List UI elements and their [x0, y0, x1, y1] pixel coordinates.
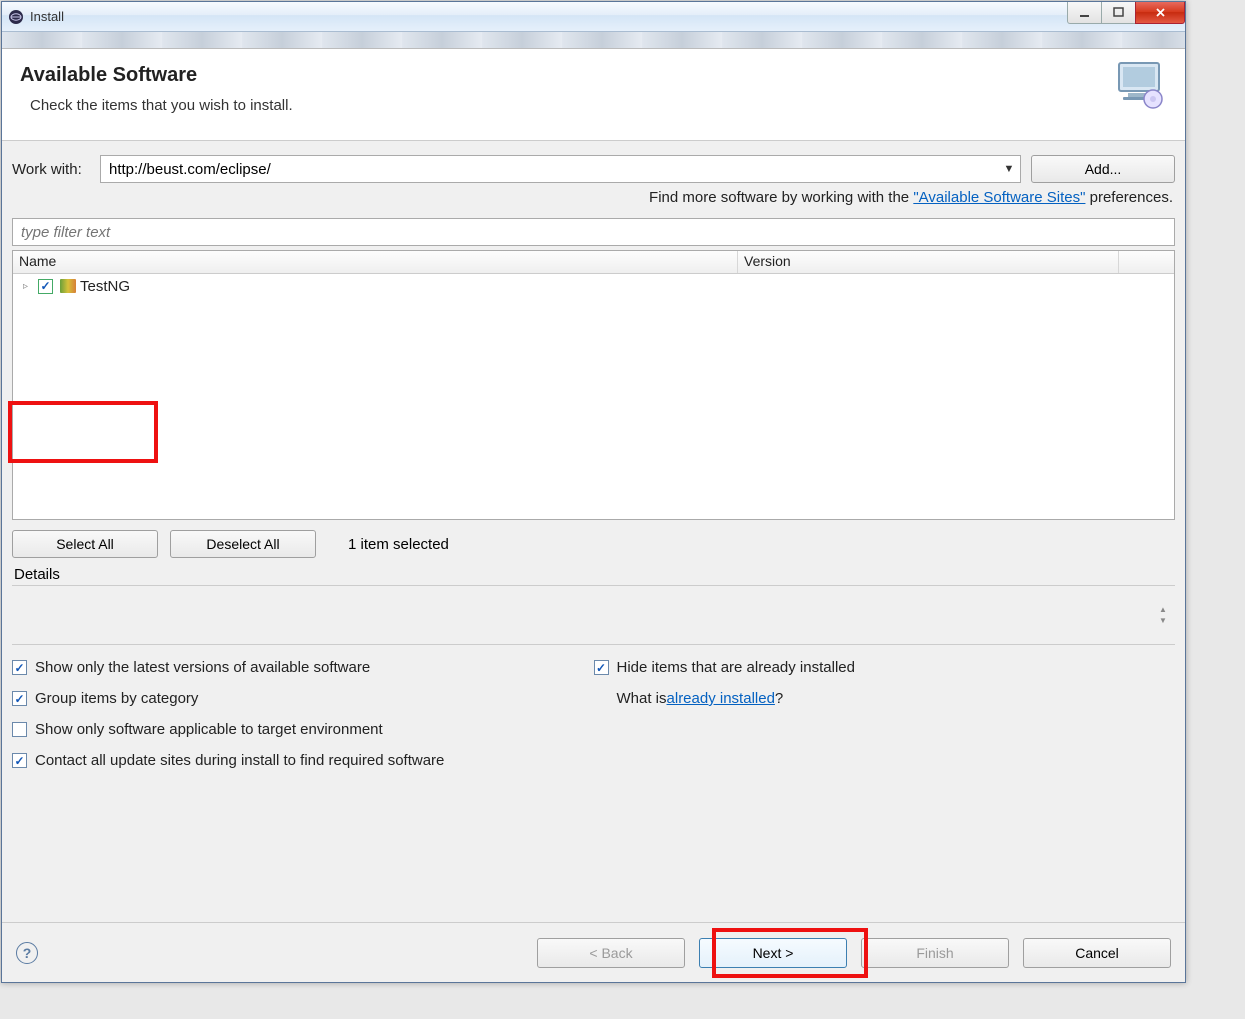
- background-blur: [2, 32, 1185, 49]
- tree-body[interactable]: ▹ ✓ TestNG: [13, 274, 1174, 519]
- add-button[interactable]: Add...: [1031, 155, 1175, 183]
- chevron-down-icon[interactable]: ▼: [998, 163, 1020, 175]
- install-dialog: Install Available Software Check the ite…: [1, 1, 1186, 983]
- show-latest-checkbox[interactable]: ✓: [12, 660, 27, 675]
- group-category-label: Group items by category: [35, 690, 198, 707]
- help-icon[interactable]: ?: [16, 942, 38, 964]
- chevron-up-icon[interactable]: ▲: [1155, 604, 1171, 615]
- already-installed-link[interactable]: already installed: [667, 690, 775, 707]
- close-button[interactable]: [1135, 2, 1185, 24]
- install-icon: [1113, 59, 1167, 109]
- contact-all-checkbox[interactable]: ✓: [12, 753, 27, 768]
- software-tree: Name Version ▹ ✓ TestNG: [12, 250, 1175, 520]
- eclipse-icon: [8, 9, 24, 25]
- what-is-prefix: What is: [617, 690, 667, 707]
- maximize-button[interactable]: [1101, 2, 1136, 24]
- details-spinner[interactable]: ▲ ▼: [1155, 604, 1171, 626]
- work-with-label: Work with:: [12, 161, 100, 178]
- filter-input[interactable]: [12, 218, 1175, 246]
- window-controls: [1068, 2, 1185, 24]
- chevron-down-icon[interactable]: ▼: [1155, 615, 1171, 626]
- hide-installed-checkbox[interactable]: ✓: [594, 660, 609, 675]
- back-button[interactable]: < Back: [537, 938, 685, 968]
- cancel-button[interactable]: Cancel: [1023, 938, 1171, 968]
- column-name[interactable]: Name: [13, 251, 738, 273]
- find-more-text: Find more software by working with the "…: [12, 189, 1173, 206]
- dialog-body: Work with: ▼ Add... Find more software b…: [2, 141, 1185, 982]
- column-version[interactable]: Version: [738, 251, 1119, 273]
- expand-icon[interactable]: ▹: [23, 281, 35, 292]
- tree-header: Name Version: [13, 251, 1174, 274]
- show-latest-label: Show only the latest versions of availab…: [35, 659, 370, 676]
- item-checkbox[interactable]: ✓: [38, 279, 53, 294]
- page-subtitle: Check the items that you wish to install…: [20, 97, 1167, 114]
- titlebar[interactable]: Install: [2, 2, 1185, 32]
- dialog-header: Available Software Check the items that …: [2, 49, 1185, 141]
- selection-count: 1 item selected: [348, 536, 449, 553]
- details-box: ▲ ▼: [12, 585, 1175, 645]
- select-all-button[interactable]: Select All: [12, 530, 158, 558]
- minimize-button[interactable]: [1067, 2, 1102, 24]
- what-is-suffix: ?: [775, 690, 783, 707]
- window-title: Install: [30, 9, 64, 24]
- available-sites-link[interactable]: "Available Software Sites": [913, 189, 1085, 206]
- category-icon: [60, 279, 76, 293]
- deselect-all-button[interactable]: Deselect All: [170, 530, 316, 558]
- contact-all-label: Contact all update sites during install …: [35, 752, 444, 769]
- applicable-target-checkbox[interactable]: ✓: [12, 722, 27, 737]
- finish-button[interactable]: Finish: [861, 938, 1009, 968]
- hide-installed-label: Hide items that are already installed: [617, 659, 855, 676]
- details-label: Details: [14, 566, 1175, 583]
- applicable-target-label: Show only software applicable to target …: [35, 721, 383, 738]
- item-label: TestNG: [80, 278, 130, 295]
- column-extra[interactable]: [1119, 251, 1174, 273]
- tree-item-testng[interactable]: ▹ ✓ TestNG: [13, 274, 1174, 298]
- group-category-checkbox[interactable]: ✓: [12, 691, 27, 706]
- page-title: Available Software: [20, 64, 1167, 87]
- next-button[interactable]: Next >: [699, 938, 847, 968]
- work-with-input[interactable]: [101, 156, 998, 182]
- dialog-footer: ? < Back Next > Finish Cancel: [2, 922, 1185, 982]
- work-with-combo[interactable]: ▼: [100, 155, 1021, 183]
